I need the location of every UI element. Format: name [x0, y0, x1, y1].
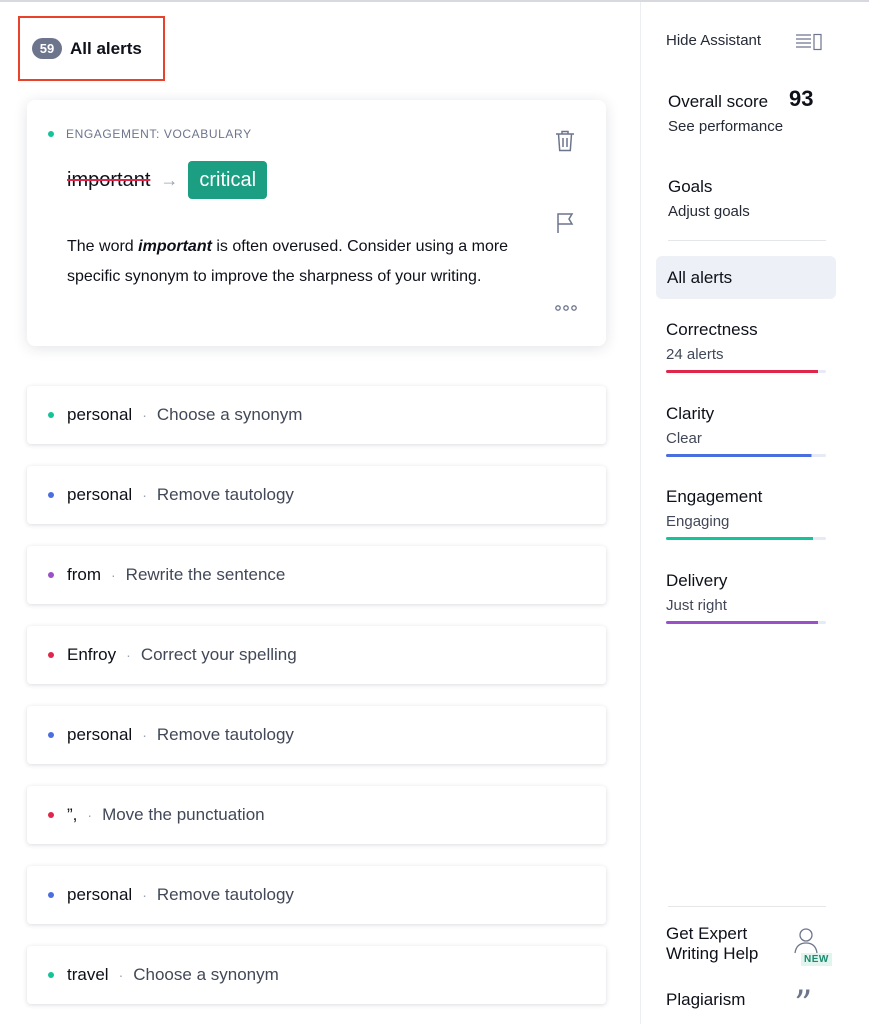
- category-label: ENGAGEMENT: VOCABULARY: [66, 127, 252, 141]
- expert-help-line2: Writing Help: [666, 944, 759, 963]
- alert-row[interactable]: ”, · Move the punctuation: [27, 786, 606, 844]
- alert-description: Move the punctuation: [102, 805, 265, 824]
- alert-explanation: The word important is often overused. Co…: [67, 232, 527, 292]
- alert-description: Remove tautology: [156, 725, 294, 744]
- alert-separator: ·: [142, 487, 147, 503]
- hide-assistant-button[interactable]: Hide Assistant: [666, 32, 761, 49]
- alert-dot: [48, 812, 54, 818]
- trash-icon[interactable]: [554, 129, 576, 158]
- category-status: Clear: [666, 430, 702, 447]
- alert-separator: ·: [142, 727, 147, 743]
- alert-description: Choose a synonym: [156, 405, 303, 424]
- expanded-alert-card[interactable]: ENGAGEMENT: VOCABULARY important → criti…: [27, 100, 606, 346]
- sidebar-item-clarity[interactable]: Clarity Clear: [666, 404, 826, 457]
- alert-word: personal: [67, 485, 133, 504]
- alert-separator: ·: [142, 887, 147, 903]
- assistant-sidebar: Hide Assistant Overall score 93 See perf…: [640, 2, 869, 1024]
- alert-row[interactable]: travel · Choose a synonym: [27, 946, 606, 1004]
- alert-word: from: [67, 565, 101, 584]
- goals-label: Goals: [668, 177, 713, 196]
- alert-row[interactable]: personal · Choose a synonym: [27, 386, 606, 444]
- alert-word: personal: [67, 405, 133, 424]
- alert-separator: ·: [126, 647, 131, 663]
- alert-word: Enfroy: [67, 645, 117, 664]
- alert-separator: ·: [87, 807, 93, 823]
- alert-dot: [48, 972, 54, 978]
- alert-word: personal: [67, 885, 133, 904]
- alert-dot: [48, 572, 54, 578]
- category-title: Correctness: [666, 320, 758, 339]
- alert-word: travel: [67, 965, 109, 984]
- explanation-keyword: important: [138, 238, 212, 255]
- more-icon[interactable]: [554, 299, 578, 317]
- alert-separator: ·: [142, 407, 147, 423]
- alert-dot: [48, 892, 54, 898]
- alert-row[interactable]: personal · Remove tautology: [27, 706, 606, 764]
- alerts-title: All alerts: [70, 38, 142, 58]
- quote-icon: ”: [794, 984, 813, 1024]
- category-title: Clarity: [666, 404, 715, 423]
- alert-description: Correct your spelling: [140, 645, 297, 664]
- sidebar-item-correctness[interactable]: Correctness 24 alerts: [666, 320, 826, 373]
- plagiarism-button[interactable]: Plagiarism: [666, 990, 745, 1010]
- alert-description: Rewrite the sentence: [125, 565, 286, 584]
- hide-panel-icon[interactable]: [795, 33, 822, 56]
- explanation-text: The word: [67, 238, 139, 255]
- alert-row[interactable]: personal · Remove tautology: [27, 466, 606, 524]
- see-performance-link[interactable]: See performance: [668, 118, 783, 135]
- category-progress-bar: [666, 370, 826, 373]
- category-dot: [48, 131, 54, 137]
- sidebar-item-delivery[interactable]: Delivery Just right: [666, 571, 826, 624]
- alert-word: ”,: [67, 805, 78, 824]
- sidebar-item-all-alerts[interactable]: All alerts: [656, 256, 836, 299]
- category-progress-bar: [666, 537, 826, 540]
- alerts-header: 59 All alerts: [18, 16, 165, 81]
- alert-word: personal: [67, 725, 133, 744]
- alert-dot: [48, 732, 54, 738]
- alert-row[interactable]: personal · Remove tautology: [27, 866, 606, 924]
- alert-count-badge: 59: [32, 38, 62, 59]
- alert-description: Remove tautology: [156, 485, 294, 504]
- alert-description: Remove tautology: [156, 885, 294, 904]
- category-status: Just right: [666, 597, 727, 614]
- alerts-panel: 59 All alerts ENGAGEMENT: VOCABULARY imp…: [0, 2, 640, 1024]
- original-word: important: [67, 168, 151, 191]
- alert-category: ENGAGEMENT: VOCABULARY: [48, 127, 252, 141]
- replacement-button[interactable]: critical: [188, 161, 268, 199]
- alert-row[interactable]: Enfroy · Correct your spelling: [27, 626, 606, 684]
- alert-dot: [48, 492, 54, 498]
- expert-help-button[interactable]: Get Expert Writing Help: [666, 924, 758, 964]
- alert-dot: [48, 412, 54, 418]
- alert-separator: ·: [118, 967, 124, 983]
- arrow-icon: →: [160, 169, 179, 190]
- sidebar-divider: [668, 240, 826, 241]
- sidebar-item-engagement[interactable]: Engagement Engaging: [666, 487, 826, 540]
- category-status: Engaging: [666, 513, 730, 530]
- category-progress-bar: [666, 454, 826, 457]
- sidebar-divider-bottom: [668, 906, 826, 907]
- alert-row[interactable]: from · Rewrite the sentence: [27, 546, 606, 604]
- flag-icon[interactable]: [556, 212, 576, 239]
- category-progress-bar: [666, 621, 826, 624]
- overall-score-label: Overall score: [668, 92, 769, 111]
- new-badge: NEW: [801, 953, 832, 966]
- category-title: Delivery: [666, 571, 728, 590]
- suggestion-row: important → critical: [67, 161, 268, 199]
- overall-score-value: 93: [789, 86, 814, 111]
- category-title: Engagement: [666, 487, 763, 506]
- alert-separator: ·: [111, 567, 116, 583]
- expert-help-line1: Get Expert: [666, 924, 748, 943]
- alert-description: Choose a synonym: [133, 965, 279, 984]
- adjust-goals-link[interactable]: Adjust goals: [668, 203, 750, 220]
- alert-dot: [48, 652, 54, 658]
- category-status: 24 alerts: [666, 346, 724, 363]
